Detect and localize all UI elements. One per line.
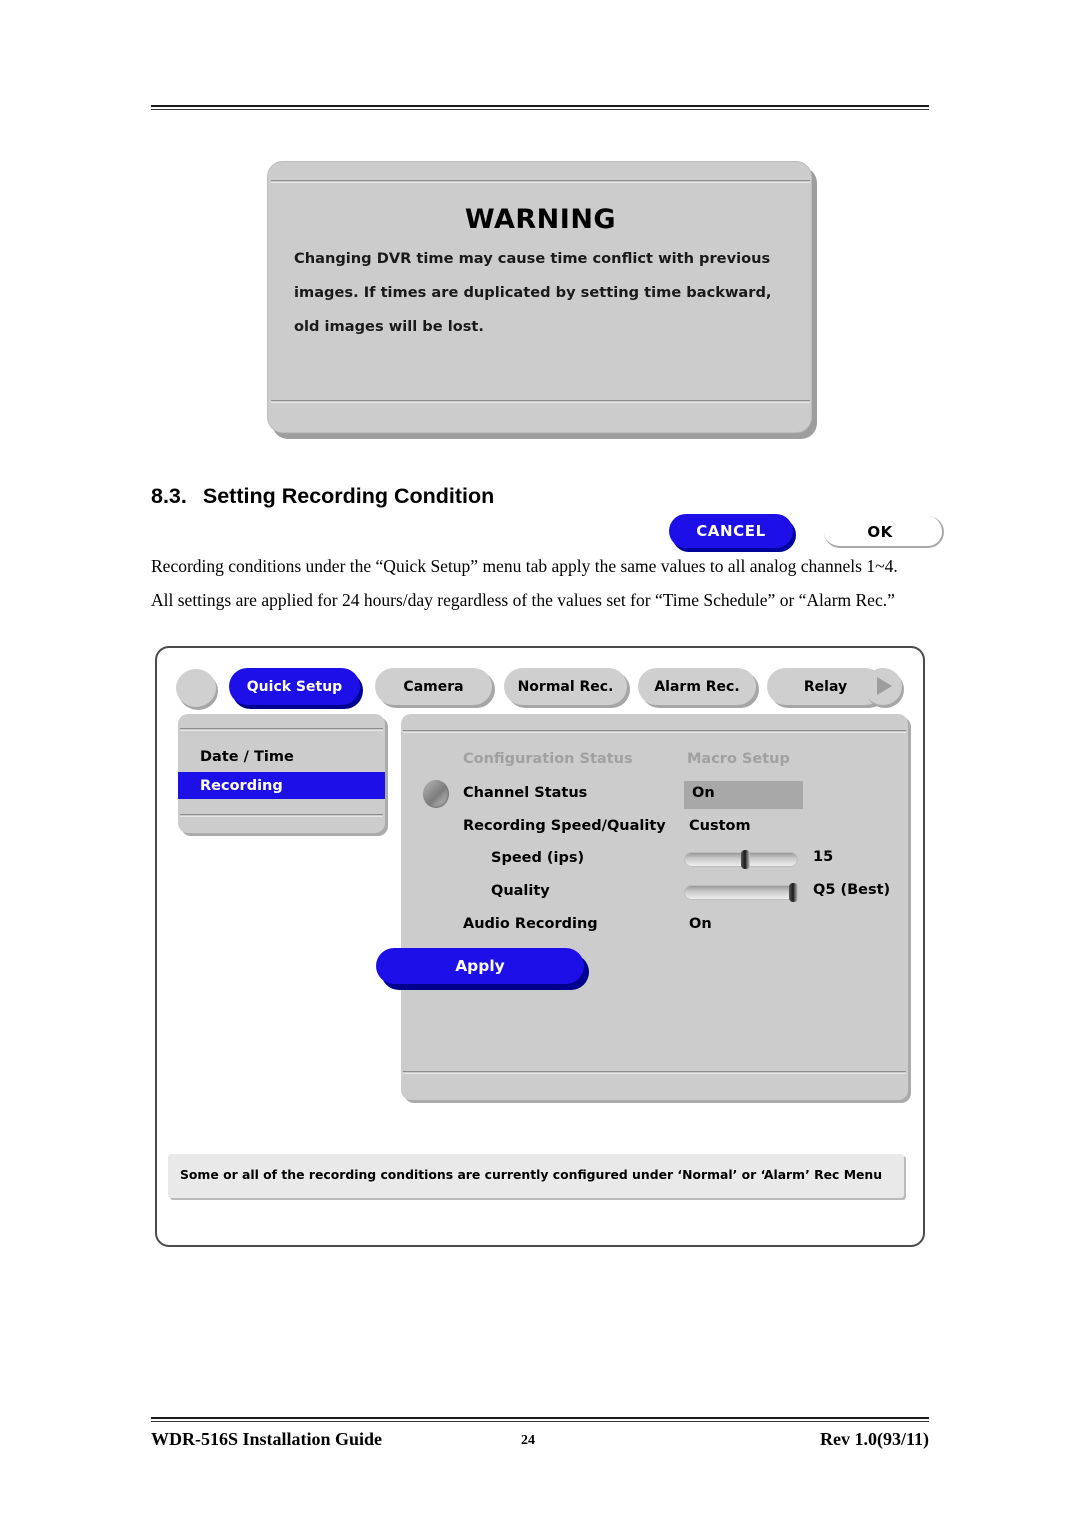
tab-bar: Quick Setup Camera Normal Rec. Alarm Rec… (157, 660, 927, 708)
tab-bar-left-dot-icon (176, 669, 216, 707)
rotary-knob-icon[interactable] (423, 780, 449, 808)
config-panel: Configuration Status Macro Setup Channel… (401, 714, 908, 1100)
dialog-bottom-divider (271, 400, 810, 403)
macro-value-channel-status-text: On (692, 785, 715, 801)
tab-alarm-rec[interactable]: Alarm Rec. (638, 668, 756, 705)
warning-message: Changing DVR time may cause time conflic… (294, 242, 789, 344)
play-triangle-icon[interactable] (864, 668, 902, 705)
slider-quality[interactable] (684, 883, 798, 902)
config-bottom-divider (403, 1071, 906, 1074)
menu-top-divider (180, 728, 383, 731)
label-audio-recording: Audio Recording (463, 916, 598, 932)
slider-speed-ips[interactable] (684, 850, 798, 869)
footer-document-title: WDR-516S Installation Guide (151, 1429, 383, 1449)
body-paragraph-2: All settings are applied for 24 hours/da… (151, 590, 895, 610)
config-status-column-header: Configuration Status (463, 751, 633, 767)
value-recording-speed-quality[interactable]: Custom (689, 818, 751, 834)
apply-button[interactable]: Apply (376, 948, 584, 984)
label-channel-status: Channel Status (463, 785, 588, 801)
menu-bottom-divider (180, 814, 383, 817)
section-title: Setting Recording Condition (202, 484, 495, 508)
warning-title: WARNING (464, 204, 617, 235)
section-number: 8.3. (151, 484, 187, 508)
footer-page-number: 24 (521, 1433, 535, 1448)
label-recording-speed-quality: Recording Speed/Quality (463, 818, 666, 834)
document-page: WARNING Changing DVR time may cause time… (0, 0, 1080, 1528)
slider-speed-ips-knob[interactable] (741, 850, 750, 869)
macro-setup-column-header: Macro Setup (687, 751, 790, 767)
warning-message-line-1: Changing DVR time may cause time conflic… (294, 250, 771, 267)
page-footer: WDR-516S Installation Guide 24 Rev 1.0(9… (151, 1429, 929, 1455)
dialog-top-divider (271, 180, 810, 183)
warning-message-line-3: old images will be lost. (294, 318, 484, 335)
value-speed-ips: 15 (813, 849, 834, 865)
header-rule (151, 105, 929, 110)
value-audio-recording[interactable]: On (689, 916, 712, 932)
tab-quick-setup[interactable]: Quick Setup (229, 668, 360, 705)
warning-dialog: WARNING Changing DVR time may cause time… (267, 161, 944, 552)
footer-rule (151, 1417, 929, 1422)
body-paragraph-1: Recording conditions under the “Quick Se… (151, 556, 898, 576)
tab-normal-rec[interactable]: Normal Rec. (504, 668, 627, 705)
cancel-button[interactable]: CANCEL (669, 514, 793, 548)
warning-message-line-2: images. If times are duplicated by setti… (294, 284, 772, 301)
sidebar-item-date-time[interactable]: Date / Time (178, 743, 385, 770)
ok-button[interactable]: OK (824, 516, 936, 548)
value-quality: Q5 (Best) (813, 882, 891, 898)
label-quality: Quality (491, 883, 550, 899)
label-speed-ips: Speed (ips) (491, 850, 585, 866)
status-bar: Some or all of the recording conditions … (168, 1154, 904, 1198)
status-bar-message: Some or all of the recording conditions … (180, 1167, 883, 1182)
config-top-divider (403, 730, 906, 733)
slider-quality-knob[interactable] (789, 883, 798, 902)
macro-value-channel-status[interactable]: On (684, 781, 803, 809)
tab-camera[interactable]: Camera (375, 668, 492, 705)
section-heading: 8.3. Setting Recording Condition (151, 484, 494, 509)
footer-revision: Rev 1.0(93/11) (820, 1429, 929, 1449)
dvr-screen: Quick Setup Camera Normal Rec. Alarm Rec… (155, 646, 925, 1247)
sidebar-item-recording[interactable]: Recording (178, 772, 385, 799)
sidebar-menu: Date / Time Recording (178, 714, 385, 833)
